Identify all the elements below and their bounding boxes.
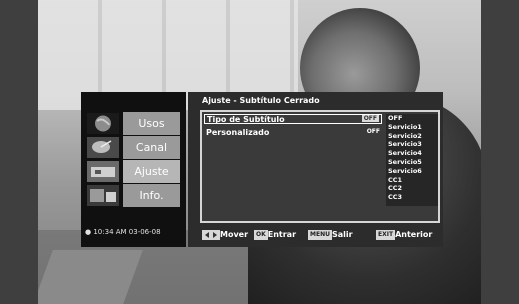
option-cc2[interactable]: CC2 bbox=[386, 184, 438, 193]
sidebar-item-canal[interactable]: Canal bbox=[87, 136, 180, 159]
sidebar-item-label: Info. bbox=[123, 184, 180, 207]
option-off[interactable]: OFF bbox=[386, 114, 438, 123]
sidebar-item-label: Usos bbox=[123, 112, 180, 135]
globe-icon bbox=[87, 113, 119, 134]
setting-value: OFF bbox=[361, 115, 379, 122]
footer-previous-label: Anterior bbox=[395, 230, 433, 239]
settings-box: Tipo de Subtítulo OFF Personalizado OFF … bbox=[200, 110, 440, 223]
option-cc1[interactable]: CC1 bbox=[386, 176, 438, 185]
satellite-dish-icon bbox=[87, 137, 119, 158]
setting-row-tipo-de-subtitulo[interactable]: Tipo de Subtítulo OFF bbox=[204, 114, 382, 124]
option-servicio4[interactable]: Servicio4 bbox=[386, 149, 438, 158]
setting-row-personalizado[interactable]: Personalizado OFF bbox=[204, 128, 382, 138]
info-thumbnail-icon bbox=[87, 185, 119, 206]
option-cc3[interactable]: CC3 bbox=[386, 193, 438, 202]
setting-label: Tipo de Subtítulo bbox=[207, 115, 285, 124]
footer-enter: OK Entrar bbox=[254, 228, 296, 242]
footer-enter-label: Entrar bbox=[267, 230, 297, 239]
option-servicio6[interactable]: Servicio6 bbox=[386, 167, 438, 176]
setting-value: OFF bbox=[366, 128, 380, 135]
footer-help-bar: Mover OK Entrar MENU Salir EXIT Anterior bbox=[202, 228, 442, 242]
footer-previous: EXIT Anterior bbox=[376, 228, 432, 242]
settings-panel: Ajuste - Subtítulo Cerrado Tipo de Subtí… bbox=[188, 92, 443, 247]
clock: ● 10:34 AM 03-06-08 bbox=[85, 228, 161, 236]
option-servicio1[interactable]: Servicio1 bbox=[386, 123, 438, 132]
footer-move: Mover bbox=[202, 228, 248, 242]
setting-label: Personalizado bbox=[206, 128, 270, 137]
settings-thumbnail-icon bbox=[87, 161, 119, 182]
footer-move-label: Mover bbox=[220, 230, 249, 239]
sidebar: Usos Canal Ajuste Info. ● 10:34 AM 03-06… bbox=[81, 92, 186, 247]
right-pillarbox bbox=[481, 0, 519, 304]
option-servicio5[interactable]: Servicio5 bbox=[386, 158, 438, 167]
sidebar-item-label: Canal bbox=[123, 136, 180, 159]
option-servicio3[interactable]: Servicio3 bbox=[386, 140, 438, 149]
options-list: OFF Servicio1 Servicio2 Servicio3 Servic… bbox=[386, 114, 438, 206]
sidebar-item-ajuste[interactable]: Ajuste bbox=[87, 160, 180, 183]
sidebar-item-label: Ajuste bbox=[123, 160, 180, 183]
clock-text: 10:34 AM 03-06-08 bbox=[93, 228, 161, 236]
sidebar-item-usos[interactable]: Usos bbox=[87, 112, 180, 135]
osd-menu: Usos Canal Ajuste Info. ● 10:34 AM 03-06… bbox=[81, 92, 443, 247]
left-pillarbox bbox=[0, 0, 38, 304]
page-title: Ajuste - Subtítulo Cerrado bbox=[202, 96, 320, 105]
ok-key-icon: OK bbox=[254, 229, 268, 240]
option-servicio2[interactable]: Servicio2 bbox=[386, 132, 438, 141]
exit-key-icon: EXIT bbox=[376, 229, 396, 240]
sidebar-item-info[interactable]: Info. bbox=[87, 184, 180, 207]
clock-bullet-icon: ● bbox=[85, 228, 92, 236]
footer-exit-menu-label: Salir bbox=[331, 230, 353, 239]
footer-exit-menu: MENU Salir bbox=[308, 228, 353, 242]
menu-key-icon: MENU bbox=[308, 229, 332, 240]
arrows-icon bbox=[202, 229, 220, 240]
